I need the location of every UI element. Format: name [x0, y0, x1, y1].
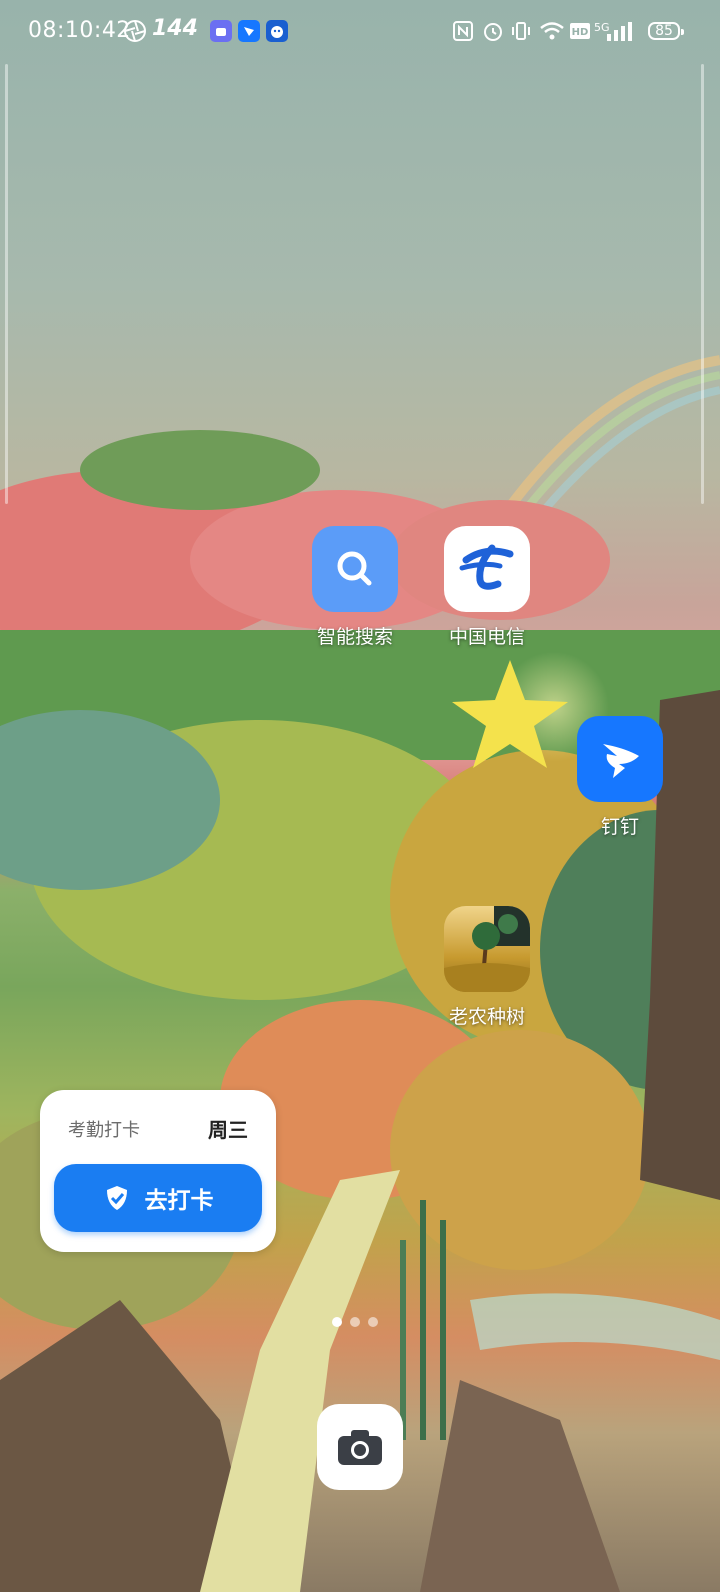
page-indicator[interactable] [332, 1317, 378, 1327]
widget-weekday: 周三 [208, 1118, 248, 1142]
mascot-app-icon [266, 20, 288, 42]
page-dot-2[interactable] [350, 1317, 360, 1327]
alarm-icon [480, 18, 506, 44]
status-bar: 08:10:42 144 HD 5G 85 [0, 0, 720, 64]
attendance-widget[interactable]: 考勤打卡 周三 去打卡 [40, 1090, 276, 1252]
battery-level: 85 [655, 23, 673, 39]
clock-in-label: 去打卡 [144, 1188, 214, 1214]
right-edge-handle [701, 64, 704, 504]
check-shield-icon [106, 1186, 127, 1210]
battery-indicator: 85 [648, 22, 684, 40]
dingtalk-icon [577, 716, 663, 802]
wifi-icon [538, 18, 566, 44]
app-label: 智能搜索 [316, 626, 393, 648]
china-telecom-icon [444, 526, 530, 612]
clock: 08:10:42 [28, 18, 131, 43]
camera-icon [338, 1430, 382, 1465]
bag-app-icon [210, 20, 232, 42]
app-farmer-tree[interactable]: 老农种树 [432, 906, 542, 1029]
vibrate-icon [508, 18, 534, 44]
search-icon [312, 526, 398, 612]
app-label: 老农种树 [448, 1006, 525, 1028]
page-dot-1[interactable] [332, 1317, 342, 1327]
clock-in-button[interactable]: 去打卡 [54, 1164, 262, 1232]
camera-app[interactable] [317, 1404, 403, 1490]
app-label: 中国电信 [448, 626, 525, 648]
app-dingtalk[interactable]: 钉钉 [565, 716, 675, 839]
left-edge-handle [5, 64, 8, 504]
app-smart-search[interactable]: 智能搜索 [300, 526, 410, 649]
page-dot-3[interactable] [368, 1317, 378, 1327]
refresh-rate: 144 [152, 16, 198, 41]
signal-icon [604, 18, 634, 44]
app-label: 钉钉 [600, 816, 639, 838]
app-china-telecom[interactable]: 中国电信 [432, 526, 542, 649]
svg-text:HD: HD [572, 27, 589, 38]
aperture-icon [122, 18, 148, 44]
home-screen: 08:10:42 144 HD 5G 85 智能搜索 中国电信 钉钉 老农种树 … [0, 0, 720, 1592]
widget-title: 考勤打卡 [68, 1120, 140, 1141]
farmer-tree-icon [444, 906, 530, 992]
nfc-icon [450, 18, 476, 44]
dingtalk-status-icon [238, 20, 260, 42]
hd-icon: HD [568, 18, 592, 44]
